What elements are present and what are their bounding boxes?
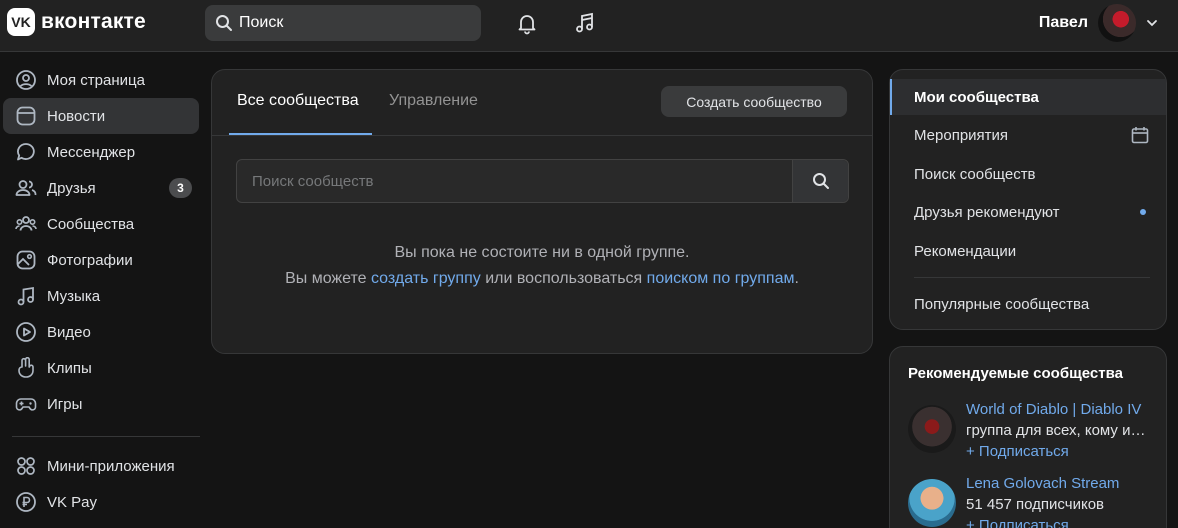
community-description: группа для всех, кому интересен Diablo [966,422,1151,439]
pay-icon [15,491,37,513]
bell-icon[interactable] [514,10,540,36]
message-icon [15,141,37,163]
clips-icon [15,357,37,379]
nav-item-friends[interactable]: Друзья 3 [3,170,199,206]
chevron-down-icon [1147,20,1157,27]
user-circle-icon [15,69,37,91]
nav-label: Видео [47,323,91,341]
nav-item-messenger[interactable]: Мессенджер [3,134,199,170]
nav-divider [12,436,200,437]
empty-prefix: Вы можете [285,270,371,287]
community-search-input[interactable]: Поиск сообществ [237,160,792,202]
menu-item-popular-communities[interactable]: Популярные сообщества [890,286,1166,322]
nav-item-news[interactable]: Новости [3,98,199,134]
menu-item-recommendations[interactable]: Рекомендации [890,233,1166,269]
recommended-title: Рекомендуемые сообщества [908,365,1123,382]
menu-item-friends-recommend[interactable]: Друзья рекомендуют [890,194,1166,230]
community-subscribers: 51 457 подписчиков [966,496,1105,513]
communities-right-menu: Мои сообщества Мероприятия Поиск сообщес… [889,69,1167,330]
avatar [1098,4,1136,42]
menu-item-events[interactable]: Мероприятия [890,117,1166,153]
recommended-communities: Рекомендуемые сообщества World of Diablo… [889,346,1167,528]
friends-icon [15,177,37,199]
nav-item-vk-pay[interactable]: VK Pay [3,484,199,520]
community-avatar[interactable] [908,479,956,527]
community-name-link[interactable]: World of Diablo | Diablo IV [966,401,1151,418]
user-name: Павел [1038,14,1088,31]
menu-item-search-communities[interactable]: Поиск сообществ [890,156,1166,192]
nav-item-my-page[interactable]: Моя страница [3,62,199,98]
nav-label: Мини-приложения [47,457,175,475]
search-icon [812,173,829,189]
community-search-button[interactable] [792,160,848,202]
vk-logo[interactable]: VK вконтакте [7,8,146,36]
vk-logo-icon: VK [7,8,35,36]
nav-label: Сообщества [47,215,135,233]
nav-label: Друзья [47,179,96,197]
logo-text: вконтакте [41,10,146,33]
create-community-button[interactable]: Создать сообщество [661,86,847,117]
community-name-link[interactable]: Lena Golovach Stream [966,475,1151,492]
search-placeholder: Поиск [239,14,284,31]
create-group-link[interactable]: создать группу [371,270,481,287]
tab-management[interactable]: Управление [389,92,478,110]
empty-middle: или воспользоваться [480,270,647,287]
left-sidebar: Моя страница Новости Мессенджер Друзья 3… [0,62,202,520]
friends-count-badge: 3 [169,178,192,198]
search-icon [216,15,232,31]
nav-label: Фотографии [47,251,133,269]
music-icon [15,285,37,307]
nav-item-music[interactable]: Музыка [3,278,199,314]
nav-item-photos[interactable]: Фотографии [3,242,199,278]
communities-icon [15,213,37,235]
nav-label: Моя страница [47,71,145,89]
nav-item-games[interactable]: Игры [3,386,199,422]
user-menu[interactable]: Павел [1039,4,1158,42]
tabs-bar: Все сообщества Управление Создать сообще… [212,70,872,136]
community-avatar[interactable] [908,405,956,453]
gamepad-icon [15,393,37,415]
menu-item-my-communities[interactable]: Мои сообщества [890,79,1166,115]
menu-item-label: Мероприятия [914,126,1009,144]
nav-item-clips[interactable]: Клипы [3,350,199,386]
nav-item-communities[interactable]: Сообщества [3,206,199,242]
global-search-input[interactable]: Поиск [205,5,481,41]
subscribe-button[interactable]: + Подписаться [966,517,1069,528]
nav-label: Игры [47,395,83,413]
recommended-item: Lena Golovach Stream 51 457 подписчиков … [908,475,1158,528]
new-indicator-dot [1140,209,1146,215]
nav-item-video[interactable]: Видео [3,314,199,350]
music-note-icon[interactable] [572,10,598,36]
active-tab-indicator [229,133,372,135]
nav-item-mini-apps[interactable]: Мини-приложения [3,448,199,484]
menu-divider [914,277,1150,278]
nav-label: VK Pay [47,493,98,511]
nav-label: Клипы [47,359,92,377]
empty-line-1: Вы пока не состоите ни в одной группе. [394,244,690,261]
search-groups-link[interactable]: поиском по группам [647,270,795,287]
empty-line-2: Вы можете создать группу или воспользова… [252,266,832,292]
news-icon [15,105,37,127]
top-header: VK вконтакте Поиск Павел [0,0,1178,52]
video-icon [15,321,37,343]
empty-state-message: Вы пока не состоите ни в одной группе. В… [252,240,832,292]
nav-label: Мессенджер [47,143,136,161]
apps-icon [15,455,37,477]
photo-icon [15,249,37,271]
community-search: Поиск сообществ [236,159,849,203]
recommended-item: World of Diablo | Diablo IV группа для в… [908,401,1158,467]
tab-all-communities[interactable]: Все сообщества [237,92,359,110]
communities-card: Все сообщества Управление Создать сообще… [211,69,873,354]
nav-label: Новости [47,107,106,125]
nav-label: Музыка [47,287,101,305]
subscribe-button[interactable]: + Подписаться [966,443,1069,460]
menu-item-label: Друзья рекомендуют [914,203,1060,221]
empty-suffix: . [794,270,799,287]
calendar-icon [1131,126,1149,148]
